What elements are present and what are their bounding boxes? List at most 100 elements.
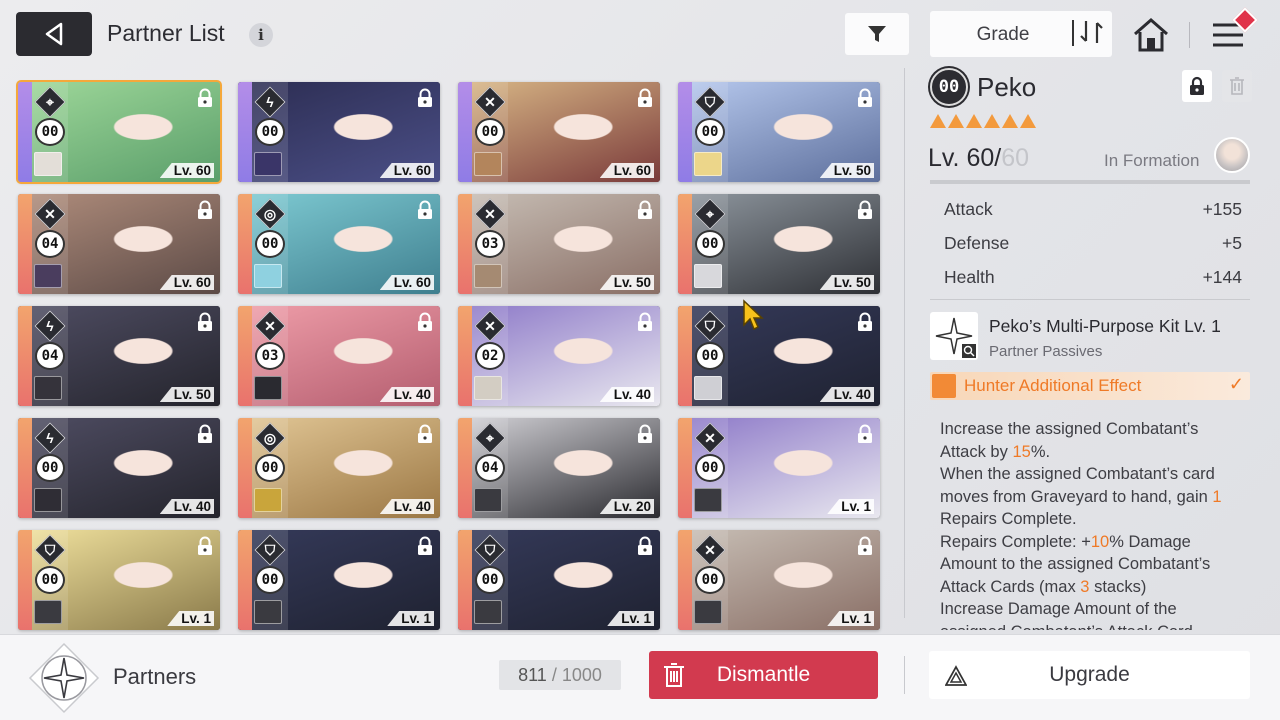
swords-icon: ✕	[704, 429, 716, 446]
rarity-strip	[678, 194, 692, 294]
lock-icon[interactable]	[636, 536, 654, 556]
lock-icon[interactable]	[856, 200, 874, 220]
formation-avatar[interactable]	[1214, 137, 1250, 173]
stats-divider	[930, 299, 1250, 300]
info-icon[interactable]: i	[249, 23, 273, 47]
linked-combatant-avatar	[254, 600, 282, 624]
lock-icon[interactable]	[636, 424, 654, 444]
rarity-strip	[18, 194, 32, 294]
linked-combatant-avatar	[254, 376, 282, 400]
dupe-count-badge: 04	[35, 342, 65, 370]
description-text: Repairs Complete: +	[940, 532, 1091, 551]
lock-icon[interactable]	[856, 88, 874, 108]
partner-card[interactable]: ✕ 04 Lv. 60	[18, 194, 220, 294]
star-icon	[948, 114, 964, 128]
hunter-icon	[932, 374, 956, 398]
home-icon[interactable]	[1132, 17, 1170, 53]
linked-combatant-avatar	[34, 488, 62, 512]
partner-card[interactable]: ✕ 00 Lv. 1	[678, 530, 880, 630]
partner-card[interactable]: ⛉ 00 Lv. 50	[678, 82, 880, 182]
lock-icon[interactable]	[416, 200, 434, 220]
partner-capacity: 811 / 1000	[499, 660, 621, 690]
lock-icon[interactable]	[196, 536, 214, 556]
skill-description: Increase the assigned Combatant’s Attack…	[940, 418, 1246, 630]
linked-combatant-avatar	[254, 152, 282, 176]
partner-card[interactable]: ⛉ 00 Lv. 1	[458, 530, 660, 630]
lock-icon[interactable]	[856, 536, 874, 556]
stat-label: Attack	[944, 199, 993, 219]
shield-icon: ⛉	[484, 541, 496, 558]
lock-icon[interactable]	[416, 88, 434, 108]
lock-icon[interactable]	[416, 424, 434, 444]
detail-dismantle-button[interactable]	[1222, 70, 1252, 102]
rarity-strip	[458, 194, 472, 294]
dupe-count-badge: 03	[255, 342, 285, 370]
lock-icon[interactable]	[196, 424, 214, 444]
rarity-strip	[18, 418, 32, 518]
rarity-strip	[238, 82, 252, 182]
upgrade-button[interactable]: Upgrade	[929, 651, 1250, 699]
partner-card[interactable]: ⌖ 04 Lv. 20	[458, 418, 660, 518]
partner-card[interactable]: ⛉ 00 Lv. 1	[18, 530, 220, 630]
star-icon	[1002, 114, 1018, 128]
panel-divider	[904, 68, 905, 618]
partner-card[interactable]: ϟ 00 Lv. 40	[18, 418, 220, 518]
lock-icon[interactable]	[856, 312, 874, 332]
rarity-strip	[458, 306, 472, 406]
partner-card[interactable]: ✕ 03 Lv. 40	[238, 306, 440, 406]
dupe-count-badge: 00	[475, 566, 505, 594]
lock-icon[interactable]	[416, 312, 434, 332]
sort-order-icon[interactable]	[1077, 17, 1107, 47]
partner-card[interactable]: ⌖ 00 Lv. 50	[678, 194, 880, 294]
dupe-count-badge: 00	[695, 230, 725, 258]
star-icon	[1020, 114, 1036, 128]
hunter-effect-bar[interactable]: Hunter Additional Effect ✓	[930, 372, 1250, 400]
lock-icon[interactable]	[196, 312, 214, 332]
footer-separator	[904, 656, 905, 694]
rarity-strip	[458, 530, 472, 630]
description-text: stacks)	[1089, 577, 1147, 596]
lock-icon[interactable]	[636, 312, 654, 332]
rarity-strip	[18, 82, 32, 182]
linked-combatant-avatar	[694, 376, 722, 400]
partners-section-icon	[28, 642, 100, 714]
detail-lock-button[interactable]	[1182, 70, 1212, 102]
level-max: 60	[1001, 144, 1030, 172]
rarity-strip	[678, 306, 692, 406]
rarity-stars	[930, 114, 1036, 128]
partner-card[interactable]: ⛉ 00 Lv. 1	[238, 530, 440, 630]
dismantle-button[interactable]: Dismantle	[649, 651, 878, 699]
partner-card[interactable]: ✕ 00 Lv. 1	[678, 418, 880, 518]
swords-icon: ✕	[264, 317, 276, 334]
stat-health: Health +144	[930, 262, 1250, 292]
lock-icon[interactable]	[636, 88, 654, 108]
skill-icon[interactable]	[930, 312, 978, 360]
partner-card[interactable]: ◎ 00 Lv. 60	[238, 194, 440, 294]
partner-card[interactable]: ✕ 00 Lv. 60	[458, 82, 660, 182]
lock-icon[interactable]	[636, 200, 654, 220]
lock-icon[interactable]	[856, 424, 874, 444]
swords-icon: ✕	[484, 205, 496, 222]
swords-icon: ✕	[484, 317, 496, 334]
lock-icon[interactable]	[196, 88, 214, 108]
partner-card[interactable]: ⛉ 00 Lv. 40	[678, 306, 880, 406]
filter-button[interactable]	[845, 13, 909, 55]
partner-card[interactable]: ⌖ 00 Lv. 60	[16, 80, 222, 184]
linked-combatant-avatar	[474, 264, 502, 288]
rarity-strip	[18, 530, 32, 630]
partner-card[interactable]: ✕ 03 Lv. 50	[458, 194, 660, 294]
star-icon	[984, 114, 1000, 128]
scope-icon: ⌖	[46, 93, 54, 110]
partner-card[interactable]: ◎ 00 Lv. 40	[238, 418, 440, 518]
dupe-count-badge: 00	[695, 118, 725, 146]
lock-icon[interactable]	[196, 200, 214, 220]
trash-icon	[1230, 77, 1244, 95]
back-button[interactable]	[16, 12, 92, 56]
partner-card[interactable]: ✕ 02 Lv. 40	[458, 306, 660, 406]
partner-card[interactable]: ϟ 04 Lv. 50	[18, 306, 220, 406]
lock-icon[interactable]	[416, 536, 434, 556]
partner-card[interactable]: ϟ 00 Lv. 60	[238, 82, 440, 182]
stat-value: +144	[1202, 267, 1242, 287]
description-text: Repairs Complete.	[940, 510, 1077, 528]
hunter-effect-label: Hunter Additional Effect	[964, 376, 1142, 395]
